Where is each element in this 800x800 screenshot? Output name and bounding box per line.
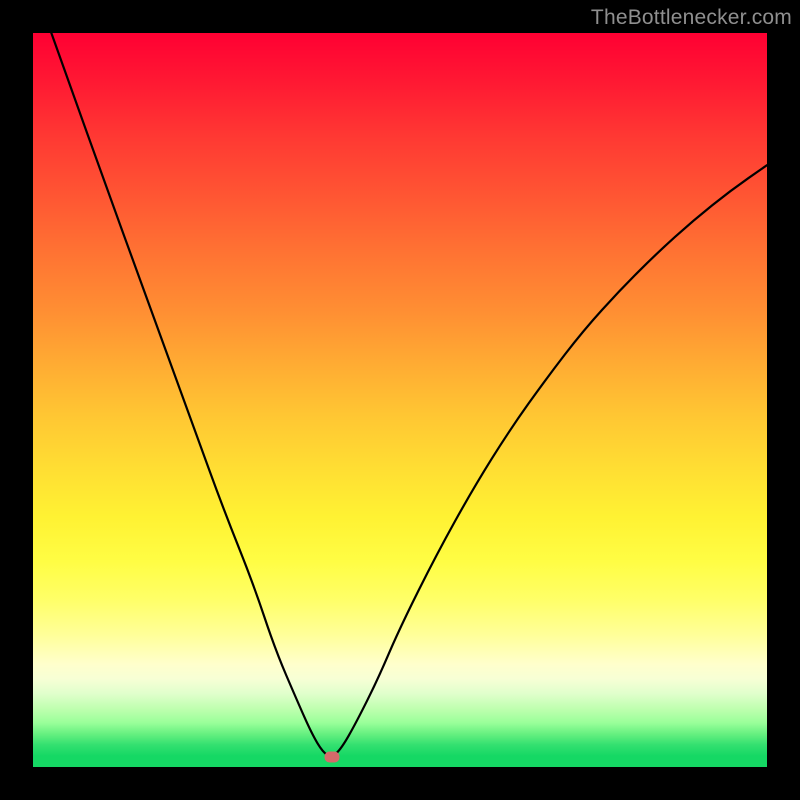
chart-frame: TheBottlenecker.com: [0, 0, 800, 800]
plot-area: [33, 33, 767, 767]
optimal-point-marker: [324, 752, 339, 763]
bottleneck-curve: [33, 33, 767, 767]
bottleneck-curve-path: [33, 33, 767, 756]
watermark-text: TheBottlenecker.com: [591, 6, 792, 30]
